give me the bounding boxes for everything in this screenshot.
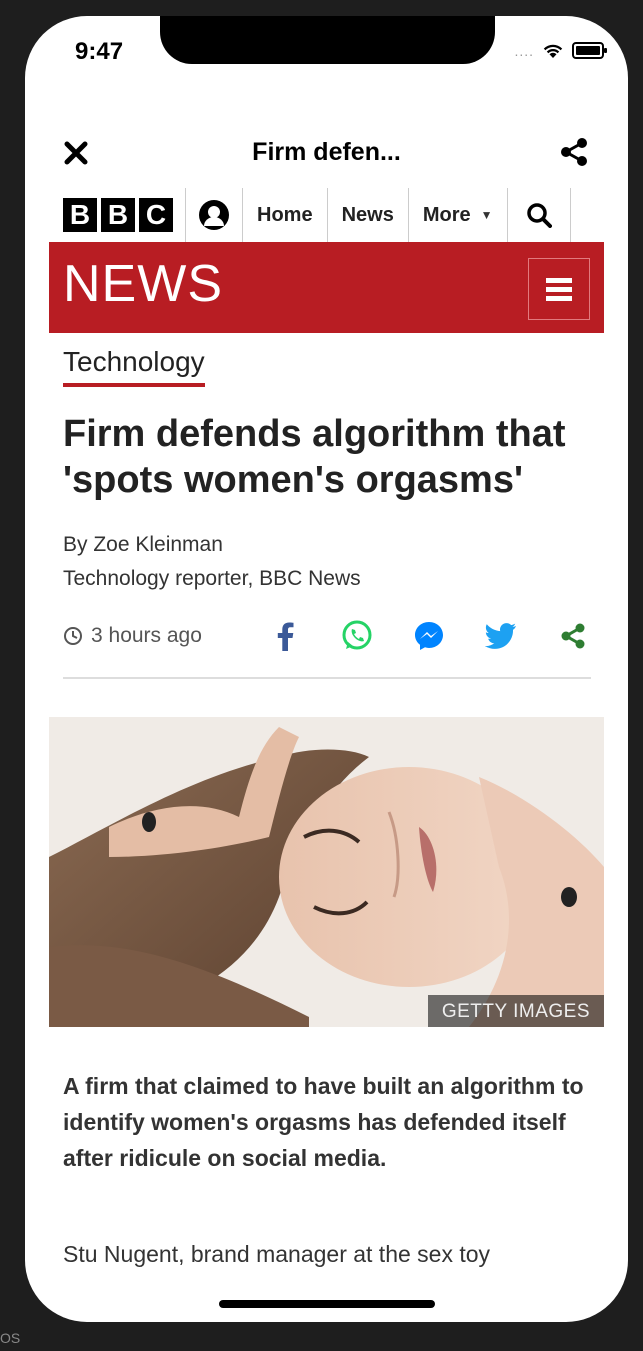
search-button[interactable] bbox=[508, 188, 571, 242]
bbc-nav-bar: B B C Home News More ▼ bbox=[49, 188, 604, 242]
bbc-logo-letter: B bbox=[63, 198, 97, 232]
image-credit: GETTY IMAGES bbox=[427, 995, 604, 1027]
news-logo[interactable]: NEWS bbox=[63, 254, 223, 314]
battery-icon bbox=[572, 42, 607, 59]
status-icons: .... bbox=[514, 42, 607, 59]
timestamp-text: 3 hours ago bbox=[91, 624, 202, 647]
article-headline: Firm defends algorithm that 'spots women… bbox=[63, 413, 566, 501]
clock-icon bbox=[64, 627, 82, 645]
timestamp: 3 hours ago bbox=[63, 624, 263, 648]
facebook-icon bbox=[277, 622, 294, 651]
signal-dots: .... bbox=[514, 42, 534, 59]
nav-more[interactable]: More ▼ bbox=[409, 188, 508, 242]
hamburger-icon bbox=[546, 278, 572, 301]
share-icon[interactable] bbox=[558, 136, 590, 168]
background-label: OS bbox=[0, 1330, 21, 1346]
messenger-share-button[interactable] bbox=[411, 618, 447, 654]
byline: By Zoe Kleinman Technology reporter, BBC… bbox=[63, 528, 361, 596]
author-role: Technology reporter, BBC News bbox=[63, 567, 361, 590]
twitter-icon bbox=[485, 623, 516, 649]
article-paragraph: Stu Nugent, brand manager at the sex toy bbox=[63, 1241, 491, 1267]
top-bar: Firm defen... bbox=[25, 134, 628, 174]
account-icon bbox=[199, 200, 229, 230]
whatsapp-icon bbox=[342, 620, 372, 650]
bbc-logo-letter: C bbox=[139, 198, 173, 232]
nav-news[interactable]: News bbox=[328, 188, 409, 242]
status-time: 9:47 bbox=[75, 38, 124, 65]
wifi-icon bbox=[543, 44, 563, 58]
nav-home[interactable]: Home bbox=[243, 188, 328, 242]
search-icon bbox=[526, 203, 552, 228]
home-indicator[interactable] bbox=[219, 1300, 435, 1308]
article-intro: A firm that claimed to have built an alg… bbox=[63, 1073, 584, 1171]
section-link[interactable]: Technology bbox=[63, 346, 205, 387]
share-more-button[interactable] bbox=[555, 618, 591, 654]
news-bar: NEWS bbox=[49, 242, 604, 333]
phone-screen: 9:47 .... Firm defen... B B C Home News … bbox=[25, 16, 628, 1322]
page-title: Firm defen... bbox=[252, 138, 401, 166]
share-icon bbox=[561, 623, 585, 649]
nav-more-label: More bbox=[422, 203, 471, 226]
hero-image: GETTY IMAGES bbox=[49, 717, 604, 1027]
facebook-share-button[interactable] bbox=[267, 618, 303, 654]
bbc-logo-letter: B bbox=[101, 198, 135, 232]
bbc-logo[interactable]: B B C bbox=[49, 188, 186, 242]
account-button[interactable] bbox=[186, 188, 243, 242]
twitter-share-button[interactable] bbox=[483, 618, 519, 654]
divider bbox=[63, 677, 591, 679]
whatsapp-share-button[interactable] bbox=[339, 618, 375, 654]
hero-photo bbox=[49, 717, 604, 1027]
messenger-icon bbox=[415, 622, 443, 650]
menu-button[interactable] bbox=[528, 258, 590, 320]
author-name: By Zoe Kleinman bbox=[63, 533, 223, 556]
notch bbox=[160, 16, 495, 64]
social-share-row bbox=[267, 618, 591, 654]
meta-row: 3 hours ago bbox=[63, 616, 591, 656]
caret-down-icon: ▼ bbox=[480, 208, 493, 222]
